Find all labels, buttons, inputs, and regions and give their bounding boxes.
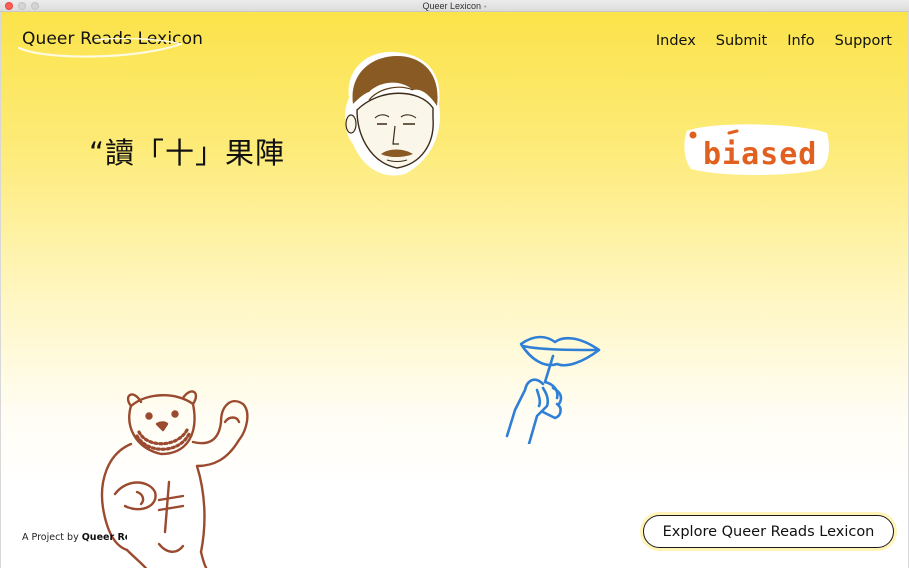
nav-index[interactable]: Index — [656, 33, 696, 49]
main-nav: Index Submit Info Support — [656, 33, 892, 49]
face-illustration[interactable] — [339, 48, 447, 180]
project-credit: A Project by Queer Re — [22, 532, 127, 543]
window-title: Queer Lexicon • — [0, 0, 909, 12]
window-titlebar: Queer Lexicon • — [0, 0, 909, 12]
credit-link[interactable]: Queer Re — [82, 532, 127, 543]
explore-lexicon-button[interactable]: Explore Queer Reads Lexicon — [643, 515, 894, 548]
biased-sticker-text: biased — [703, 137, 817, 172]
hand-with-lips-illustration[interactable] — [501, 332, 611, 444]
hero-quote: “讀「十」果陣 — [89, 136, 286, 170]
brand-underline-swoosh — [17, 38, 183, 58]
nav-info[interactable]: Info — [787, 33, 814, 49]
window-title-text: Queer Lexicon — [422, 1, 482, 11]
nav-submit[interactable]: Submit — [716, 33, 767, 49]
credit-prefix: A Project by — [22, 532, 79, 543]
biased-sticker[interactable]: biased — [681, 119, 833, 179]
page: Queer Reads Lexicon Index Submit Info Su… — [0, 12, 909, 568]
credit-container: A Project by Queer Re — [22, 527, 127, 547]
nav-support[interactable]: Support — [835, 33, 892, 49]
edited-indicator: • — [484, 4, 487, 11]
